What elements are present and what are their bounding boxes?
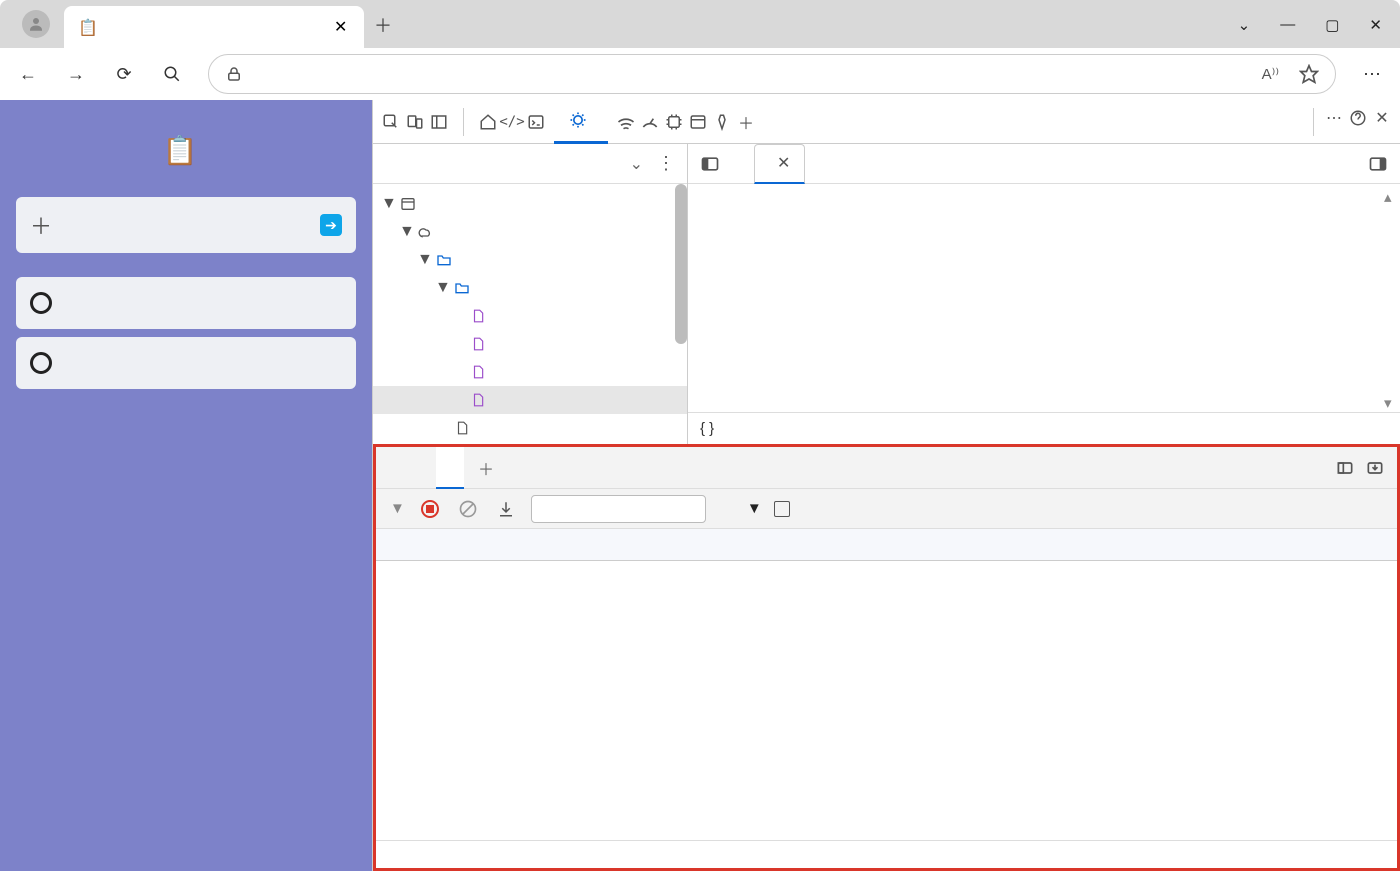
add-task-input[interactable]: ＋ ➔: [16, 197, 356, 253]
drawer-tab-coverage[interactable]: [436, 447, 464, 489]
browser-toolbar: ← → ⟳ A⁾⁾ ⋯: [0, 48, 1400, 100]
help-icon[interactable]: [1348, 108, 1368, 128]
close-icon[interactable]: ✕: [777, 153, 790, 173]
performance-tab-icon[interactable]: [640, 112, 660, 132]
devtools-close-icon[interactable]: ✕: [1372, 108, 1392, 128]
debugger-toggle-icon[interactable]: [1362, 148, 1394, 180]
refresh-button[interactable]: ⟳: [104, 54, 144, 94]
panel-toggle-icon[interactable]: [429, 112, 449, 132]
window-controls: ⌄ ― ▢ ✕: [1238, 16, 1392, 34]
line-gutter: [688, 184, 748, 412]
welcome-tab-icon[interactable]: [478, 112, 498, 132]
plus-icon: ＋: [30, 209, 52, 241]
coverage-summary: [376, 840, 1397, 868]
devtools-panel: </> ＋ ⋯ ✕: [372, 100, 1400, 871]
record-button[interactable]: [417, 496, 443, 522]
scroll-down-icon[interactable]: ▾: [1384, 394, 1398, 408]
code-content: [756, 184, 1400, 412]
coverage-table[interactable]: [376, 529, 1397, 840]
type-filter-select[interactable]: ▼: [718, 500, 762, 517]
coverage-status-bar: { }: [688, 412, 1400, 444]
browser-tab[interactable]: 📋 ✕: [64, 6, 364, 48]
table-header[interactable]: [376, 529, 1397, 561]
clipboard-icon: 📋: [163, 134, 198, 167]
tree-node-folder[interactable]: ▼: [373, 246, 687, 274]
drawer-tab-issues[interactable]: [408, 447, 436, 489]
file-tab-dark-theme[interactable]: [726, 144, 754, 184]
search-icon[interactable]: [152, 54, 192, 94]
favorite-icon[interactable]: [1299, 64, 1319, 84]
tree-more-icon[interactable]: ⋮: [657, 153, 675, 174]
lighthouse-tab-icon[interactable]: [712, 112, 732, 132]
url-filter-input[interactable]: [531, 495, 706, 523]
close-window-button[interactable]: ✕: [1369, 16, 1382, 34]
dock-drawer-icon[interactable]: [1365, 458, 1385, 478]
window-titlebar: 📋 ✕ ＋ ⌄ ― ▢ ✕: [0, 0, 1400, 48]
task-item[interactable]: [16, 277, 356, 329]
coverage-gutter: [748, 184, 756, 412]
lock-icon: [225, 65, 243, 83]
task-checkbox-icon[interactable]: [30, 352, 52, 374]
file-tab-to-do-styles[interactable]: ✕: [754, 144, 805, 184]
page-tree-panel: ⌄ ⋮ ▼ ▼ ▼ ▼: [373, 144, 688, 444]
new-tab-button[interactable]: ＋: [374, 12, 392, 38]
todo-app-page: 📋 ＋ ➔: [0, 100, 372, 871]
maximize-button[interactable]: ▢: [1325, 16, 1339, 34]
tree-file[interactable]: [373, 302, 687, 330]
drawer-add-tab-icon[interactable]: ＋: [464, 447, 508, 489]
task-item[interactable]: [16, 337, 356, 389]
coverage-granularity-select[interactable]: ▼: [386, 500, 405, 517]
chevron-down-icon[interactable]: ⌄: [1238, 16, 1251, 34]
expand-drawer-icon[interactable]: [1335, 458, 1355, 478]
devtools-more-icon[interactable]: ⋯: [1324, 108, 1344, 128]
console-tab-icon[interactable]: [526, 112, 546, 132]
application-tab-icon[interactable]: [688, 112, 708, 132]
tree-node-styles[interactable]: ▼: [373, 274, 687, 302]
tree-file[interactable]: [373, 330, 687, 358]
drawer-tab-console[interactable]: [380, 447, 408, 489]
scroll-up-icon[interactable]: ▴: [1384, 188, 1398, 202]
more-menu-button[interactable]: ⋯: [1352, 54, 1392, 94]
read-aloud-icon[interactable]: A⁾⁾: [1262, 65, 1279, 83]
tree-node-top[interactable]: ▼: [373, 190, 687, 218]
navigator-toggle-icon[interactable]: [694, 148, 726, 180]
file-tree[interactable]: ▼ ▼ ▼ ▼: [373, 184, 687, 444]
sources-tab[interactable]: [554, 100, 608, 144]
tree-file[interactable]: [373, 414, 687, 442]
back-button[interactable]: ←: [8, 54, 48, 94]
braces-icon[interactable]: { }: [700, 420, 714, 437]
tab-close-icon[interactable]: ✕: [334, 17, 350, 37]
address-bar[interactable]: A⁾⁾: [208, 54, 1336, 94]
inspect-icon[interactable]: [381, 112, 401, 132]
code-editor[interactable]: ▴ ▾: [688, 184, 1400, 412]
page-title: 📋: [16, 134, 356, 167]
profile-icon[interactable]: [22, 10, 50, 38]
task-checkbox-icon[interactable]: [30, 292, 52, 314]
network-tab-icon[interactable]: [616, 112, 636, 132]
coverage-toolbar: ▼ ▼: [376, 489, 1397, 529]
export-button[interactable]: [493, 496, 519, 522]
device-toggle-icon[interactable]: [405, 112, 425, 132]
tree-file[interactable]: [373, 358, 687, 386]
tab-favicon-icon: 📋: [78, 18, 96, 36]
tree-file-selected[interactable]: [373, 386, 687, 414]
code-editor-panel: ✕ ▴ ▾ { }: [688, 144, 1400, 444]
memory-tab-icon[interactable]: [664, 112, 684, 132]
add-tab-icon[interactable]: ＋: [736, 112, 756, 132]
elements-tab-icon[interactable]: </>: [502, 112, 522, 132]
devtools-tabstrip: </> ＋ ⋯ ✕: [373, 100, 1400, 144]
forward-button[interactable]: →: [56, 54, 96, 94]
clear-button[interactable]: [455, 496, 481, 522]
tree-node-origin[interactable]: ▼: [373, 218, 687, 246]
devtools-drawer: ＋ ▼ ▼: [373, 444, 1400, 871]
minimize-button[interactable]: ―: [1280, 16, 1295, 34]
submit-task-button[interactable]: ➔: [320, 214, 342, 236]
content-scripts-checkbox[interactable]: [774, 501, 790, 517]
chevron-down-icon[interactable]: ⌄: [630, 154, 643, 174]
scrollbar[interactable]: [675, 184, 687, 344]
